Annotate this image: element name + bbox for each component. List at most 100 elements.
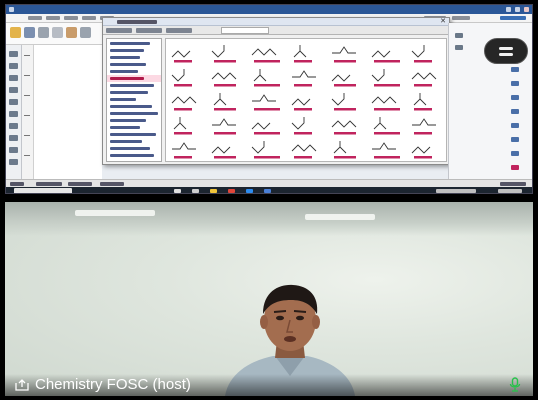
system-tray (436, 189, 476, 193)
room-ceiling (5, 202, 533, 236)
palette-icon (9, 135, 18, 141)
molecule-structure (171, 50, 191, 58)
molecule-label (294, 60, 312, 63)
molecule-structure (411, 45, 425, 58)
molecule-label (414, 60, 432, 63)
molecule-structure (213, 93, 227, 106)
molecule-label (334, 84, 356, 87)
taskbar-icon (246, 189, 253, 193)
molecule-structure (253, 69, 267, 82)
category-item (110, 98, 136, 101)
save-icon (24, 27, 35, 38)
shared-screen-panel: ✕ (5, 4, 533, 194)
palette-icon (511, 67, 519, 72)
taskbar-icon (264, 189, 271, 193)
molecule-label (254, 60, 280, 63)
category-item (110, 56, 140, 59)
palette-icon (511, 109, 519, 114)
ruler-tick (24, 95, 30, 96)
molecule-structure (411, 72, 437, 80)
molecule-label (214, 84, 236, 87)
view-toggle-icon (499, 53, 513, 56)
category-item (110, 154, 154, 157)
category-item (110, 147, 150, 150)
microphone-icon[interactable] (509, 377, 521, 392)
dialog-title (117, 20, 157, 24)
molecule-structure (331, 120, 357, 128)
molecule-label (214, 156, 236, 159)
molecule-label (374, 108, 400, 111)
toolbar-icon (38, 27, 49, 38)
category-item (110, 133, 156, 136)
molecule-structure (333, 141, 347, 154)
share-screen-icon (15, 379, 29, 391)
template-select (221, 27, 269, 34)
palette-icon (511, 137, 519, 142)
zoom-meeting-window: ✕ Chemistry FOSC (host) (0, 0, 538, 400)
molecule-structure (251, 48, 277, 56)
status-item (36, 182, 62, 186)
view-toggle-button[interactable] (484, 38, 528, 64)
molecule-label (414, 156, 432, 159)
templates-dialog: ✕ (102, 17, 450, 165)
template-category-list (106, 38, 162, 162)
palette-icon (455, 33, 463, 38)
molecule-structure (291, 117, 305, 130)
category-item (110, 42, 150, 45)
molecule-structure (371, 96, 397, 104)
molecule-structure (292, 70, 316, 78)
molecule-label (174, 60, 192, 63)
palette-icon (511, 123, 519, 128)
molecule-label (374, 60, 400, 63)
app-logo-icon (9, 7, 14, 12)
molecule-structure (171, 69, 185, 82)
toolbar-icon (80, 27, 91, 38)
molecule-structure (172, 142, 196, 150)
molecule-label (374, 132, 400, 135)
molecule-label (334, 108, 356, 111)
molecule-label (214, 132, 236, 135)
molecule-label (254, 108, 280, 111)
molecule-label (214, 60, 236, 63)
category-item (110, 105, 152, 108)
close-icon: ✕ (440, 17, 446, 25)
molecule-structure (211, 72, 237, 80)
molecule-structure (293, 45, 307, 58)
participant-name-label: Chemistry FOSC (host) (35, 376, 191, 393)
molecule-label (254, 84, 280, 87)
palette-icon (9, 147, 18, 153)
palette-icon (9, 123, 18, 129)
palette-icon (9, 111, 18, 117)
molecule-label (174, 156, 192, 159)
vertical-ruler (22, 45, 34, 179)
participant-video-panel: Chemistry FOSC (host) (5, 202, 533, 396)
molecule-label (374, 156, 400, 159)
category-item (110, 119, 146, 122)
molecule-structure (173, 117, 187, 130)
palette-icon (9, 75, 18, 81)
menu-item (64, 16, 78, 20)
palette-icon (9, 51, 18, 57)
ruler-tick (24, 55, 30, 56)
category-item (110, 49, 144, 52)
dialog-title-bar: ✕ (103, 18, 449, 26)
menu-item (452, 16, 470, 20)
toolbar-icon (66, 27, 77, 38)
molecule-label (174, 108, 192, 111)
molecule-structure (251, 141, 265, 154)
molecule-structure (373, 117, 387, 130)
taskbar-icon (228, 189, 235, 193)
molecule-structure (291, 144, 317, 152)
molecule-label (334, 60, 356, 63)
view-toggle-icon (499, 47, 513, 50)
taskbar-icon (174, 189, 181, 193)
windows-taskbar (6, 187, 532, 193)
molecule-label (294, 108, 312, 111)
palette-icon (511, 81, 519, 86)
palette-icon (511, 165, 519, 170)
maximize-icon (515, 7, 520, 12)
molecule-label (294, 84, 312, 87)
molecule-label (294, 132, 312, 135)
molecule-structure (372, 142, 396, 150)
palette-icon (455, 45, 463, 50)
